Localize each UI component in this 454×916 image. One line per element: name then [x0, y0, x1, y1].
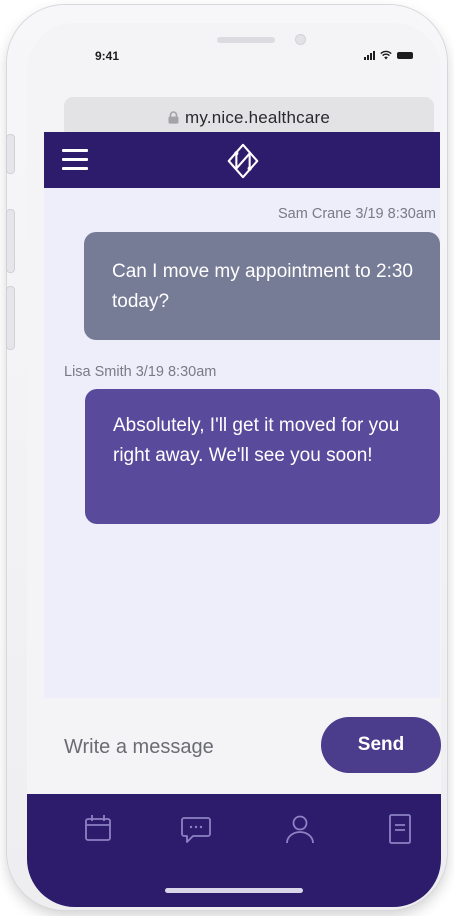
app-header	[44, 132, 440, 188]
user-icon[interactable]	[283, 812, 317, 846]
status-bar: 9:41	[27, 23, 441, 83]
home-indicator	[165, 888, 303, 893]
status-time: 9:41	[95, 49, 120, 63]
send-button[interactable]: Send	[321, 717, 441, 773]
calendar-icon[interactable]	[81, 812, 115, 846]
wifi-icon	[380, 50, 392, 60]
earpiece-speaker	[217, 37, 275, 43]
front-camera	[295, 34, 306, 45]
battery-icon	[397, 52, 413, 59]
volume-down-button	[7, 287, 14, 349]
status-icons	[364, 50, 413, 60]
incoming-message-bubble: Can I move my appointment to 2:30 today?	[84, 232, 440, 340]
volume-up-button	[7, 210, 14, 272]
outgoing-message-bubble: Absolutely, I'll get it moved for you ri…	[85, 389, 440, 524]
message-input[interactable]	[64, 732, 264, 762]
url-text: my.nice.healthcare	[184, 107, 331, 127]
mute-switch	[7, 135, 14, 173]
message-meta: Sam Crane 3/19 8:30am	[278, 206, 436, 222]
bottom-tab-bar	[27, 794, 441, 907]
logo-icon	[227, 143, 259, 179]
chat-thread: Sam Crane 3/19 8:30am Can I move my appo…	[44, 188, 440, 698]
message-composer: Send	[44, 698, 441, 796]
document-icon[interactable]	[383, 812, 417, 846]
hamburger-menu-icon[interactable]	[62, 149, 88, 171]
phone-device: 9:41 my.nice.healthcare Sam Crane 3/19 8…	[7, 5, 447, 910]
message-meta: Lisa Smith 3/19 8:30am	[64, 364, 217, 380]
lock-icon	[168, 111, 179, 124]
signal-icon	[364, 51, 375, 60]
chat-bubble-icon[interactable]	[179, 812, 213, 846]
